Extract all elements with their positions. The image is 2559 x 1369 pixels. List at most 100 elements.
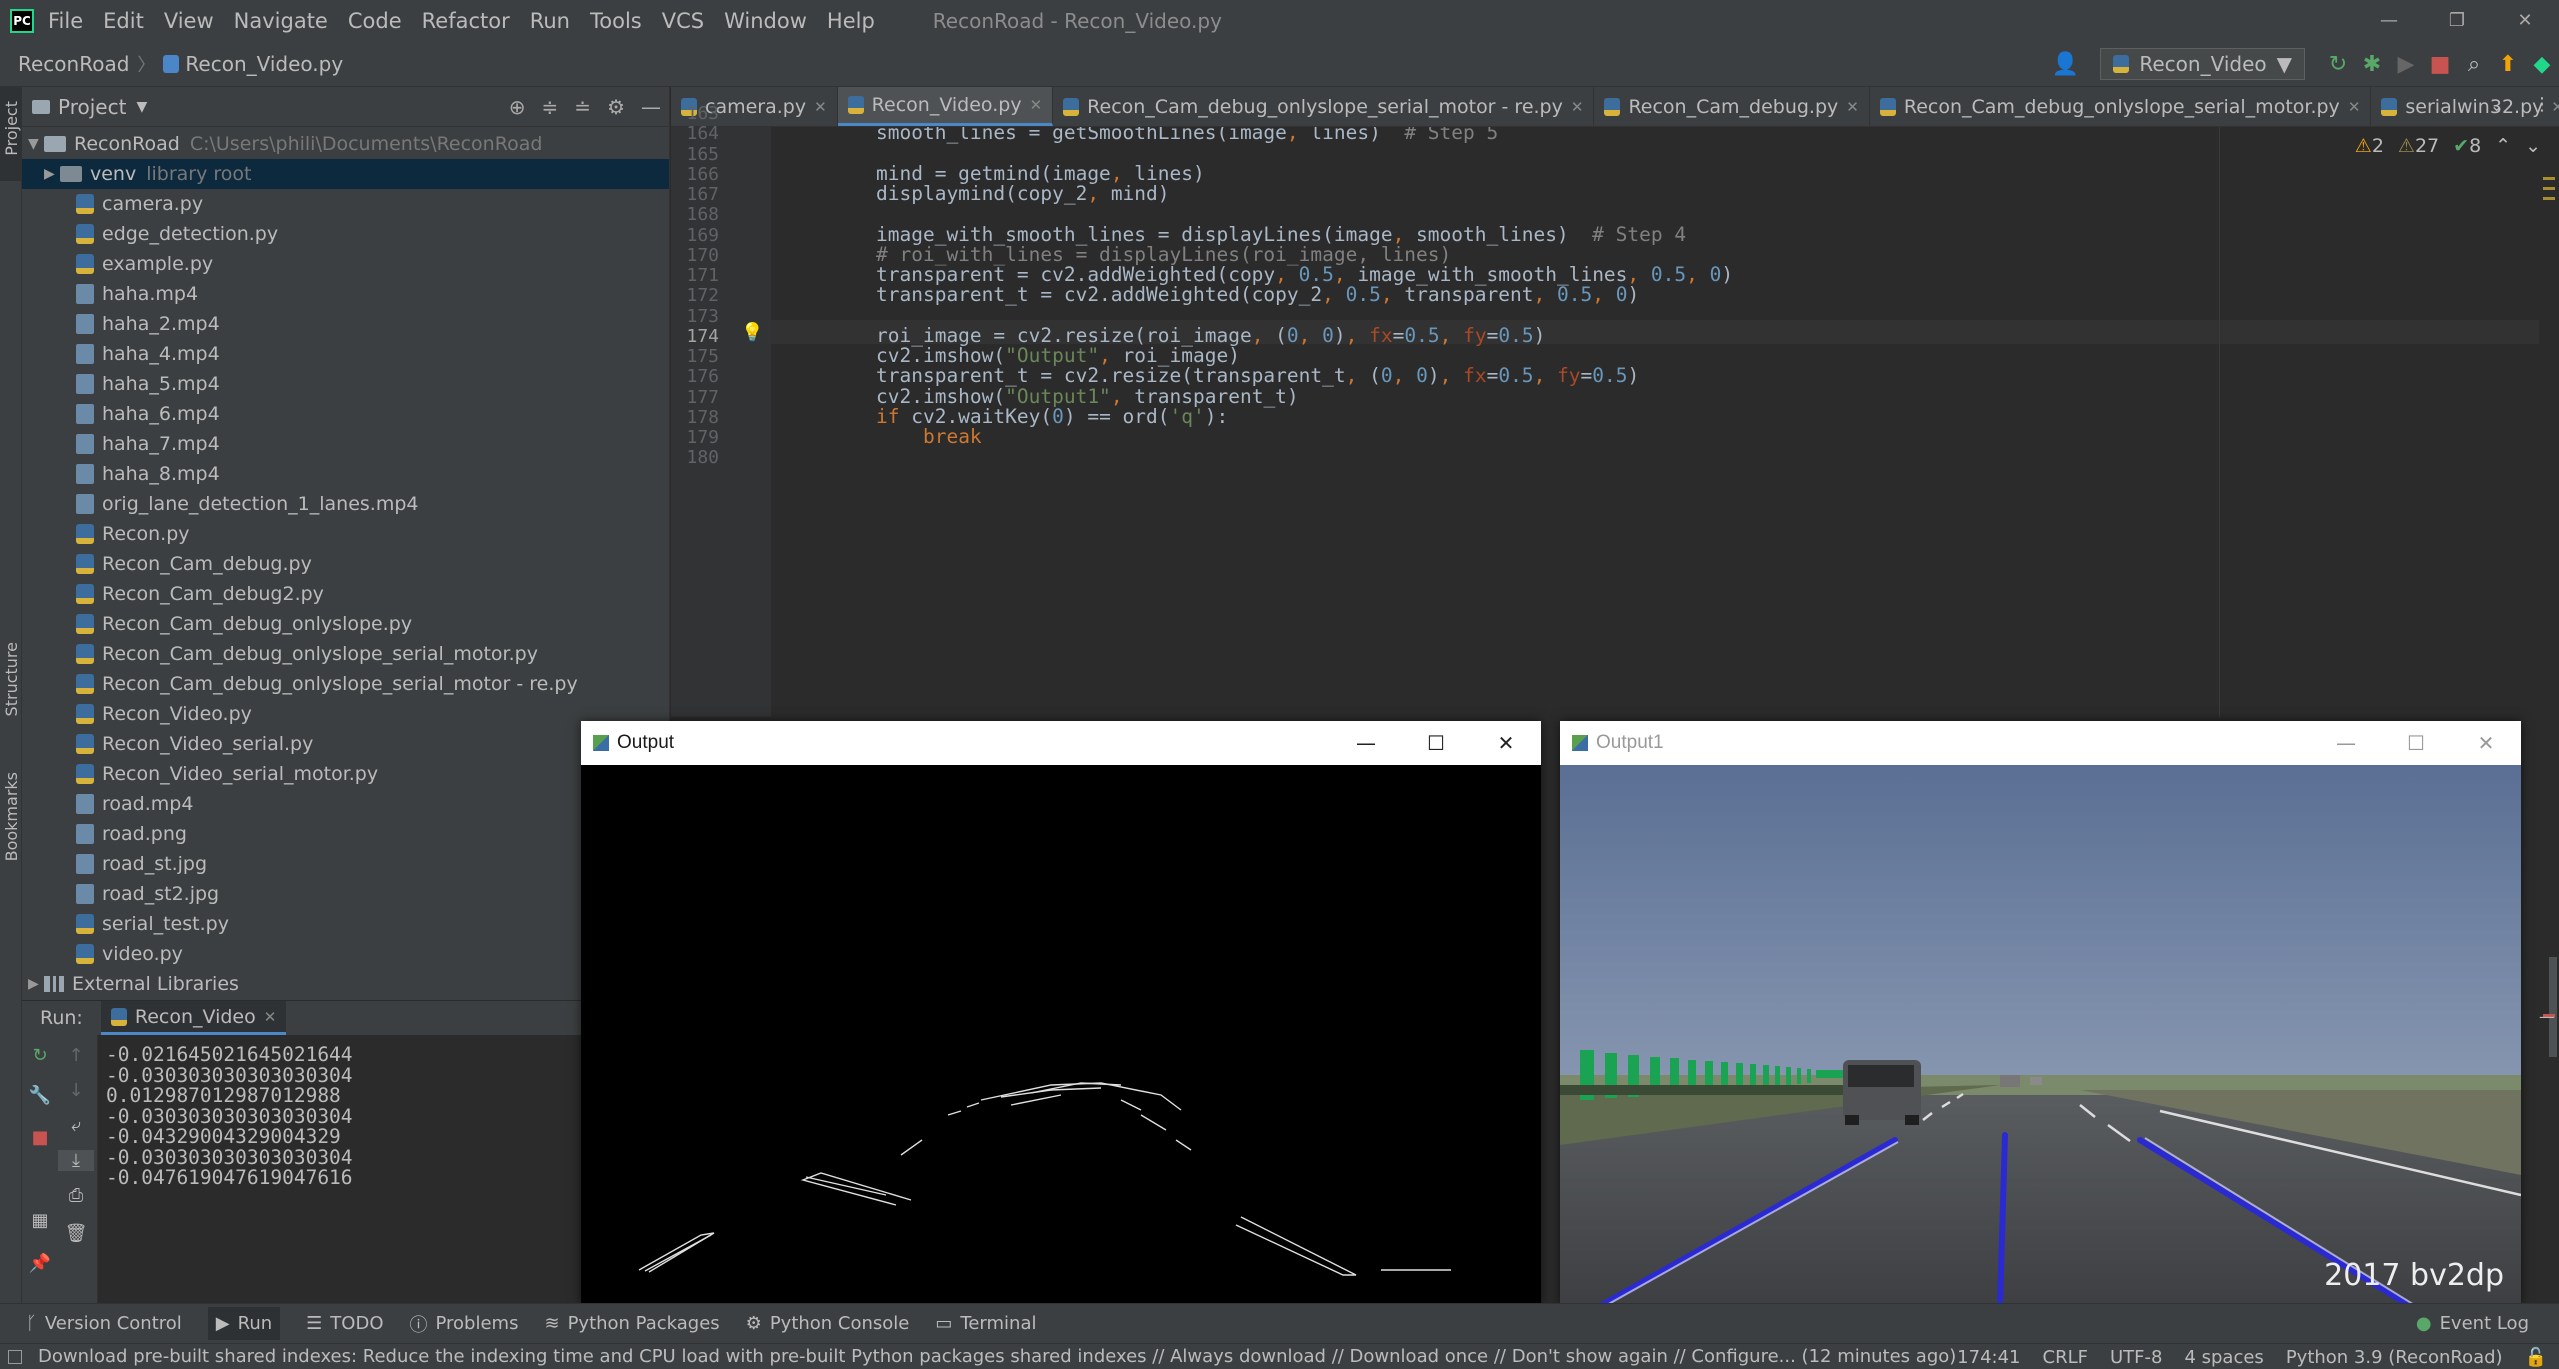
inspection-widget[interactable]: ⚠2 ⚠27 ✔8 ⌃ ⌄ [2355,135,2541,157]
stop-icon[interactable]: ■ [22,1127,58,1148]
menu-file[interactable]: File [48,9,83,33]
arrow-down-icon[interactable]: ↓ [58,1080,94,1101]
tree-file[interactable]: camera.py [22,189,669,219]
toggle-tool-windows-icon[interactable] [8,1349,22,1364]
tree-file[interactable]: haha_6.mp4 [22,399,669,429]
cv-window-output[interactable]: Output — ☐ ✕ [581,721,1541,1306]
tree-file[interactable]: edge_detection.py [22,219,669,249]
editor-tab[interactable]: Recon_Cam_debug_onlyslope_serial_motor -… [1053,87,1595,126]
minimize-button[interactable]: — [2355,0,2423,41]
menu-edit[interactable]: Edit [103,9,144,33]
tree-file[interactable]: road_st.jpg [22,849,669,879]
tool-problems[interactable]: ⓘ Problems [410,1311,519,1337]
structure-stripe-button[interactable]: Structure [2,642,21,716]
debug-icon[interactable]: ✱ [2355,52,2389,77]
menu-view[interactable]: View [164,9,214,33]
tree-file[interactable]: Recon_Cam_debug.py [22,549,669,579]
close-tab-icon[interactable]: ✕ [1571,98,1584,116]
menu-window[interactable]: Window [724,9,807,33]
tree-file[interactable]: Recon_Cam_debug_onlyslope_serial_motor -… [22,669,669,699]
editor-tab[interactable]: Recon_Cam_debug.py ✕ [1594,87,1870,126]
jetbrains-toolbox-icon[interactable]: ◆ [2525,52,2559,77]
line-separator[interactable]: CRLF [2043,1347,2088,1368]
project-panel-title[interactable]: Project [58,95,126,119]
maximize-button[interactable]: ☐ [2381,721,2451,765]
run-tab[interactable]: Recon_Video ✕ [100,1001,287,1035]
tool-python-console[interactable]: ⚙ Python Console [746,1313,910,1334]
tree-root[interactable]: ▼ ReconRoad C:\Users\phili\Documents\Rec… [22,129,669,159]
tree-file[interactable]: Recon_Video_serial.py [22,729,669,759]
stop-icon[interactable]: ■ [2423,52,2457,77]
menu-code[interactable]: Code [348,9,402,33]
arrow-up-icon[interactable]: ↑ [58,1045,94,1066]
indent-setting[interactable]: 4 spaces [2184,1347,2263,1368]
hide-icon[interactable]: — [641,95,661,119]
user-icon[interactable]: 👤 [2048,52,2082,77]
project-stripe-button[interactable]: Project [2,101,21,156]
tree-file[interactable]: serial_test.py [22,909,669,939]
tree-file[interactable]: haha_2.mp4 [22,309,669,339]
more-icon[interactable]: ⋮ [2533,94,2551,115]
collapse-all-icon[interactable]: ≐ [574,95,591,119]
event-log-button[interactable]: ● Event Log [2416,1313,2529,1334]
locate-icon[interactable]: ⊕ [509,95,526,119]
tree-file[interactable]: road_st2.jpg [22,879,669,909]
tree-file[interactable]: haha_7.mp4 [22,429,669,459]
expand-all-icon[interactable]: ≑ [542,95,559,119]
gear-icon[interactable]: ⚙ [607,95,625,119]
run-config-selector[interactable]: Recon_Video ▼ [2100,48,2305,80]
close-tab-icon[interactable]: ✕ [2348,98,2361,116]
restore-button[interactable]: ❐ [2423,0,2491,41]
interpreter-selector[interactable]: Python 3.9 (ReconRoad) [2286,1347,2503,1368]
hide-icon[interactable]: — [2539,1007,2555,1026]
bookmarks-stripe-button[interactable]: Bookmarks [2,772,21,861]
tree-file[interactable]: Recon.py [22,519,669,549]
tree-file[interactable]: video.py [22,939,669,969]
cv-window-titlebar[interactable]: Output1 — ☐ ✕ [1560,721,2521,765]
close-tab-icon[interactable]: ✕ [1030,96,1043,114]
rerun-icon[interactable]: ↻ [22,1045,58,1066]
close-button[interactable]: ✕ [1471,721,1541,765]
editor-tab[interactable]: serialwin32.py ✕ [2371,87,2559,126]
lightbulb-icon[interactable]: 💡 [741,322,763,343]
tree-file[interactable]: Recon_Video_serial_motor.py [22,759,669,789]
tool-todo[interactable]: ☰ TODO [306,1313,383,1334]
lock-icon[interactable]: 🔓 [2525,1347,2547,1368]
tool-python-packages[interactable]: ≋ Python Packages [544,1313,719,1334]
close-icon[interactable]: ✕ [264,1008,277,1026]
tree-file[interactable]: orig_lane_detection_1_lanes.mp4 [22,489,669,519]
minimize-button[interactable]: — [2311,721,2381,765]
menu-help[interactable]: Help [827,9,875,33]
tree-file[interactable]: haha.mp4 [22,279,669,309]
breadcrumb-project[interactable]: ReconRoad [18,52,129,76]
layout-icon[interactable]: ▦ [22,1210,58,1231]
pin-icon[interactable]: 📌 [22,1253,58,1274]
rerun-icon[interactable]: ↻ [2321,52,2355,77]
tree-file[interactable]: Recon_Cam_debug2.py [22,579,669,609]
status-message[interactable]: Download pre-built shared indexes: Reduc… [38,1346,1956,1367]
print-icon[interactable]: ⎙ [58,1185,94,1206]
file-encoding[interactable]: UTF-8 [2110,1347,2162,1368]
tool-terminal[interactable]: ▭ Terminal [935,1313,1036,1334]
tree-file[interactable]: road.mp4 [22,789,669,819]
menu-run[interactable]: Run [530,9,570,33]
editor-tab[interactable]: Recon_Cam_debug_onlyslope_serial_motor.p… [1870,87,2372,126]
soft-wrap-icon[interactable]: ⤶ [58,1115,94,1136]
close-tab-icon[interactable]: ✕ [1846,98,1859,116]
wrench-icon[interactable]: 🔧 [22,1085,58,1106]
menu-tools[interactable]: Tools [590,9,642,33]
editor-tab[interactable]: Recon_Video.py ✕ [837,87,1054,126]
code-editor[interactable]: smooth_lines = getSmoothLines(image, lin… [771,127,2559,717]
close-button[interactable]: ✕ [2491,0,2559,41]
tool-run[interactable]: ▶ Run [207,1307,281,1340]
tab-list-chevron-icon[interactable]: ⌄ [2490,96,2503,115]
tree-file[interactable]: haha_8.mp4 [22,459,669,489]
close-tab-icon[interactable]: ✕ [2551,98,2559,116]
tree-file[interactable]: Recon_Video.py [22,699,669,729]
caret-position[interactable]: 174:41 [1957,1347,2020,1368]
tree-venv[interactable]: ▶ venv library root [22,159,669,189]
update-icon[interactable]: ⬆ [2491,52,2525,77]
tree-file[interactable]: road.png [22,819,669,849]
maximize-button[interactable]: ☐ [1401,721,1471,765]
chevron-down-icon[interactable]: ▼ [136,99,147,115]
